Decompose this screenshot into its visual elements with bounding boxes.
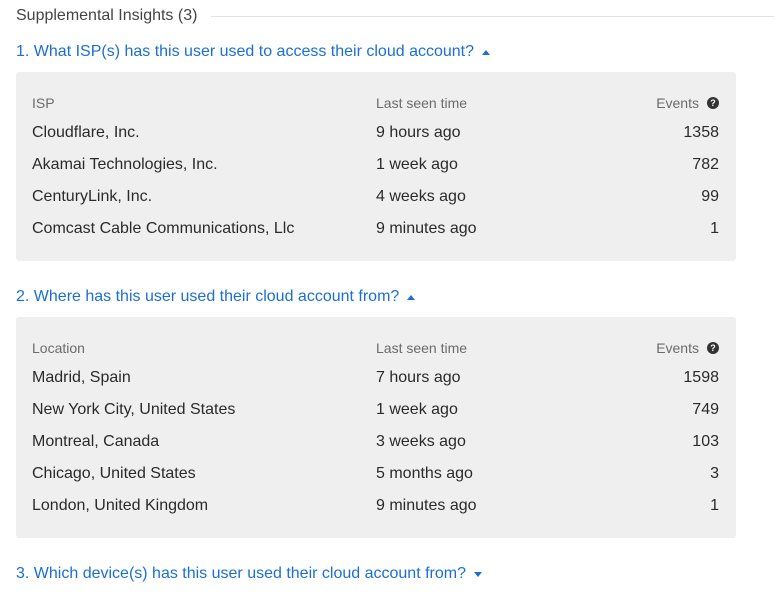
column-header-events: Events ? <box>656 95 719 111</box>
events-count: 782 <box>692 156 719 173</box>
events-count: 1 <box>710 220 719 237</box>
last-seen-time: 1 week ago <box>376 156 458 173</box>
table-row: CenturyLink, Inc. 4 weeks ago 99 <box>16 181 736 213</box>
column-header-location: Location <box>32 340 85 356</box>
isp-name: Comcast Cable Communications, Llc <box>32 220 295 237</box>
last-seen-time: 9 hours ago <box>376 124 461 141</box>
table-row: Cloudflare, Inc. 9 hours ago 1358 <box>16 117 736 149</box>
table-row: New York City, United States 1 week ago … <box>16 394 736 426</box>
events-count: 1598 <box>683 369 719 386</box>
question-3-label: 3. Which device(s) has this user used th… <box>16 565 466 582</box>
table-row: Montreal, Canada 3 weeks ago 103 <box>16 426 736 458</box>
last-seen-time: 7 hours ago <box>376 369 461 386</box>
location-name: Chicago, United States <box>32 465 196 482</box>
last-seen-time: 9 minutes ago <box>376 220 477 237</box>
isp-table: ISP Last seen time Events ? Cloudflare, … <box>16 72 736 261</box>
location-name: London, United Kingdom <box>32 497 209 514</box>
table-header-row: Location Last seen time Events ? <box>16 332 736 364</box>
column-header-events: Events ? <box>656 340 719 356</box>
table-row: London, United Kingdom 9 minutes ago 1 <box>16 490 736 522</box>
isp-name: CenturyLink, Inc. <box>32 188 153 205</box>
caret-up-icon <box>482 49 490 55</box>
last-seen-time: 5 months ago <box>376 465 473 482</box>
last-seen-time: 9 minutes ago <box>376 497 477 514</box>
caret-up-icon <box>407 294 416 300</box>
last-seen-time: 1 week ago <box>376 401 458 418</box>
question-circle-icon[interactable]: ? <box>707 342 719 354</box>
table-row: Comcast Cable Communications, Llc 9 minu… <box>16 213 736 245</box>
events-count: 3 <box>710 465 719 482</box>
events-count: 749 <box>692 401 719 418</box>
header-divider <box>211 15 774 17</box>
table-row: Akamai Technologies, Inc. 1 week ago 782 <box>16 149 736 181</box>
table-header-row: ISP Last seen time Events ? <box>16 87 736 119</box>
last-seen-time: 4 weeks ago <box>376 188 466 205</box>
location-name: Madrid, Spain <box>32 369 131 386</box>
events-count: 103 <box>692 433 719 450</box>
last-seen-time: 3 weeks ago <box>376 433 466 450</box>
events-count: 1358 <box>683 124 719 141</box>
question-2-label: 2. Where has this user used their cloud … <box>16 288 400 305</box>
events-count: 99 <box>701 188 719 205</box>
column-header-isp: ISP <box>32 95 55 111</box>
location-name: Montreal, Canada <box>32 433 160 450</box>
location-table: Location Last seen time Events ? Madrid,… <box>16 317 736 538</box>
caret-down-icon <box>473 571 482 577</box>
isp-name: Akamai Technologies, Inc. <box>32 156 218 173</box>
column-header-last-seen: Last seen time <box>376 95 468 111</box>
isp-name: Cloudflare, Inc. <box>32 124 140 141</box>
table-row: Chicago, United States 5 months ago 3 <box>16 458 736 490</box>
question-circle-icon[interactable]: ? <box>707 97 719 109</box>
section-title: Supplemental Insights (3) <box>16 7 198 24</box>
question-1-toggle[interactable]: 1. What ISP(s) has this user used to acc… <box>16 41 490 63</box>
location-name: New York City, United States <box>32 401 236 418</box>
supplemental-insights-header: Supplemental Insights (3) <box>16 6 774 26</box>
question-1-label: 1. What ISP(s) has this user used to acc… <box>16 43 474 60</box>
table-row: Madrid, Spain 7 hours ago 1598 <box>16 362 736 394</box>
column-header-last-seen: Last seen time <box>376 340 468 356</box>
question-3-toggle[interactable]: 3. Which device(s) has this user used th… <box>16 563 482 585</box>
events-count: 1 <box>710 497 719 514</box>
question-2-toggle[interactable]: 2. Where has this user used their cloud … <box>16 286 416 308</box>
